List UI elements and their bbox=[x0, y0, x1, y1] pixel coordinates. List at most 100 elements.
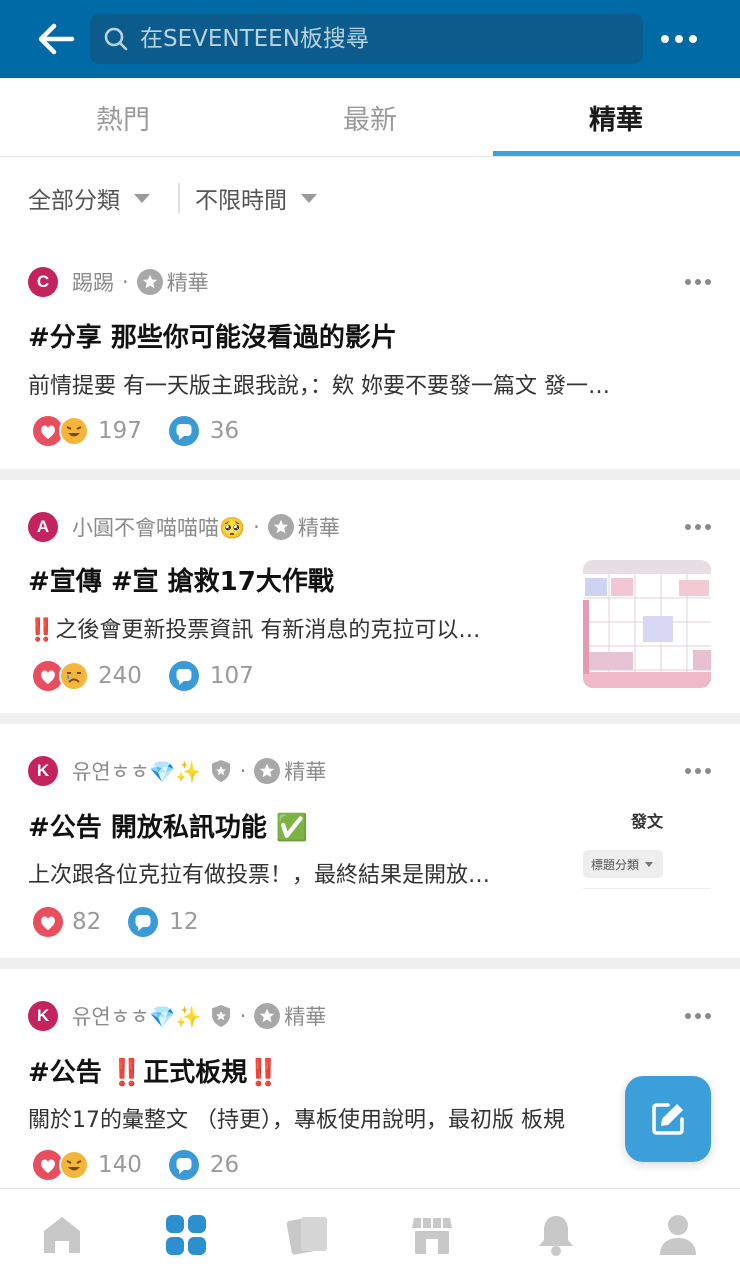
post-stats: 197 36 bbox=[32, 415, 239, 447]
category-filter[interactable]: 全部分類 bbox=[28, 181, 150, 215]
heart-icon bbox=[33, 907, 63, 937]
meta-separator: · bbox=[239, 759, 247, 783]
star-icon bbox=[254, 1003, 281, 1029]
featured-tag: 精華 bbox=[284, 760, 327, 784]
comment-icon bbox=[168, 661, 199, 691]
nav-home[interactable] bbox=[36, 1211, 88, 1259]
bottom-nav bbox=[0, 1188, 740, 1279]
star-icon bbox=[136, 269, 163, 295]
like-count: 82 bbox=[72, 909, 102, 935]
post-title: #宣傳 #宣 搶救17大作戰 bbox=[28, 567, 334, 597]
featured-tag: 精華 bbox=[166, 271, 209, 295]
chevron-down-icon bbox=[134, 193, 150, 203]
comment-count: 26 bbox=[209, 1152, 240, 1178]
post-excerpt: 上次跟各位克拉有做投票！，最終結果是開放… bbox=[28, 863, 491, 888]
nav-cards[interactable] bbox=[282, 1211, 334, 1259]
time-filter[interactable]: 不限時間 bbox=[195, 181, 317, 215]
comment-icon bbox=[168, 416, 199, 446]
cards-icon bbox=[286, 1217, 327, 1255]
post-divider bbox=[0, 958, 740, 969]
category-filter-label: 全部分類 bbox=[28, 188, 120, 214]
time-filter-label: 不限時間 bbox=[195, 188, 287, 214]
post-thumbnail bbox=[583, 560, 711, 688]
post-card[interactable]: C 踢踢 · 精華 #分享 那些你可能沒看過的影片 前情提要 有一天版主跟我說，… bbox=[0, 237, 740, 469]
post-more-button[interactable] bbox=[678, 270, 718, 294]
post-title: #公告 開放私訊功能 ✅ bbox=[28, 813, 309, 843]
avatar: C bbox=[28, 267, 58, 297]
author-name: 小圓不會喵喵喵🥺 bbox=[72, 516, 246, 540]
thumbnail-dropdown: 標題分類 bbox=[583, 850, 663, 878]
post-thumbnail: 發文 標題分類 bbox=[583, 804, 711, 932]
comment-count: 12 bbox=[169, 909, 199, 935]
search-box[interactable] bbox=[90, 14, 643, 64]
arrow-left-icon bbox=[38, 23, 75, 55]
compose-post-button[interactable] bbox=[625, 1076, 711, 1162]
meta-separator: · bbox=[239, 1004, 247, 1028]
featured-tag: 精華 bbox=[297, 516, 340, 540]
post-more-button[interactable] bbox=[678, 759, 718, 783]
boards-grid-icon bbox=[166, 1215, 206, 1255]
author-name: 유연ㅎㅎ💎✨ bbox=[72, 760, 202, 784]
top-bar bbox=[0, 0, 740, 78]
tab-bar: 熱門 最新 精華 bbox=[0, 78, 740, 157]
more-options-button[interactable] bbox=[652, 16, 706, 62]
nav-profile[interactable] bbox=[652, 1211, 704, 1259]
comment-icon bbox=[128, 907, 159, 937]
meta-separator: · bbox=[122, 270, 129, 294]
reaction-icons bbox=[32, 906, 64, 938]
tab-popular[interactable]: 熱門 bbox=[0, 78, 246, 156]
like-count: 140 bbox=[98, 1152, 142, 1178]
post-more-button[interactable] bbox=[678, 1004, 718, 1028]
nav-notifications[interactable] bbox=[530, 1211, 582, 1259]
post-stats: 82 12 bbox=[32, 906, 199, 938]
laughing-emoji-icon bbox=[59, 416, 89, 446]
search-icon bbox=[102, 25, 130, 53]
comment-count: 107 bbox=[209, 663, 254, 689]
chevron-down-icon bbox=[301, 193, 317, 203]
profile-icon bbox=[660, 1215, 696, 1255]
featured-tag: 精華 bbox=[284, 1005, 327, 1029]
chevron-down-icon bbox=[645, 861, 654, 867]
post-excerpt: ‼️之後會更新投票資訊 有新消息的克拉可以… bbox=[28, 618, 481, 643]
edit-icon bbox=[652, 1103, 684, 1135]
comment-count: 36 bbox=[209, 418, 240, 444]
more-horizontal-icon bbox=[685, 279, 711, 285]
comment-icon bbox=[168, 1150, 199, 1180]
tab-featured[interactable]: 精華 bbox=[493, 78, 739, 156]
reaction-icons bbox=[32, 1149, 90, 1181]
avatar: A bbox=[28, 512, 58, 542]
nav-store[interactable] bbox=[406, 1211, 458, 1259]
active-tab-indicator bbox=[493, 151, 740, 156]
shield-icon bbox=[210, 759, 232, 783]
more-horizontal-icon bbox=[685, 1013, 711, 1019]
avatar: K bbox=[28, 1001, 58, 1031]
author-name: 유연ㅎㅎ💎✨ bbox=[72, 1005, 202, 1029]
post-more-button[interactable] bbox=[678, 515, 718, 539]
more-horizontal-icon bbox=[685, 524, 711, 530]
post-meta: K 유연ㅎㅎ💎✨ · 精華 bbox=[28, 756, 326, 786]
reaction-icons bbox=[32, 660, 90, 692]
post-meta: C 踢踢 · 精華 bbox=[28, 267, 209, 297]
post-title: #分享 那些你可能沒看過的影片 bbox=[28, 323, 397, 353]
nav-boards[interactable] bbox=[160, 1211, 212, 1259]
post-stats: 140 26 bbox=[32, 1149, 239, 1181]
post-card[interactable]: K 유연ㅎㅎ💎✨ · 精華 #公告 開放私訊功能 ✅ 上次跟各位克拉有做投票！，… bbox=[0, 724, 740, 958]
star-icon bbox=[254, 758, 281, 784]
star-icon bbox=[267, 514, 294, 540]
filter-divider bbox=[178, 183, 180, 213]
post-stats: 240 107 bbox=[32, 660, 254, 692]
back-button[interactable] bbox=[32, 16, 80, 62]
like-count: 240 bbox=[98, 663, 142, 689]
post-excerpt: 關於17的彙整文 （持更），專板使用說明，最初版 板規 bbox=[28, 1108, 565, 1133]
thumbnail-dropdown-label: 標題分類 bbox=[591, 857, 640, 872]
meta-separator: · bbox=[253, 515, 260, 539]
like-count: 197 bbox=[98, 418, 142, 444]
post-card[interactable]: A 小圓不會喵喵喵🥺 · 精華 #宣傳 #宣 搶救17大作戰 ‼️之後會更新投票… bbox=[0, 480, 740, 713]
author-name: 踢踢 bbox=[72, 271, 114, 295]
filter-bar: 全部分類 不限時間 bbox=[0, 157, 740, 237]
shield-icon bbox=[210, 1004, 232, 1028]
search-input[interactable] bbox=[140, 26, 620, 52]
post-meta: K 유연ㅎㅎ💎✨ · 精華 bbox=[28, 1001, 326, 1031]
thumbnail-divider bbox=[583, 888, 711, 889]
tab-latest[interactable]: 最新 bbox=[247, 78, 493, 156]
